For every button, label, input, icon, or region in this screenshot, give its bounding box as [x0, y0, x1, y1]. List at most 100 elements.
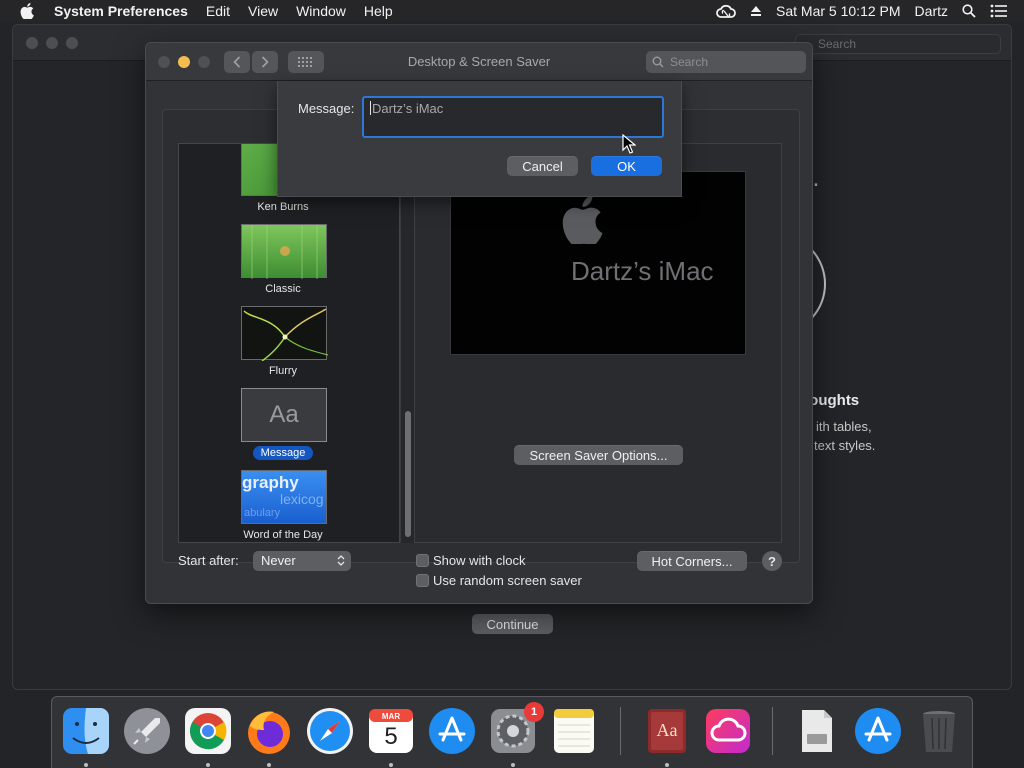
mouse-pointer-icon	[622, 134, 636, 154]
safari-dock-icon[interactable]	[305, 706, 355, 756]
launchpad-dock-icon[interactable]	[122, 706, 172, 756]
app-store-dock-icon[interactable]	[427, 706, 477, 756]
background-search-field[interactable]: Search	[795, 34, 1001, 54]
back-button[interactable]	[224, 51, 250, 73]
menu-view[interactable]: View	[248, 3, 278, 19]
scrollbar-thumb[interactable]	[405, 411, 411, 537]
hot-corners-label: Hot Corners...	[651, 553, 733, 569]
flurry-thumbnail[interactable]	[241, 306, 329, 362]
calendar-day: 5	[384, 723, 398, 750]
start-after-value: Never	[261, 553, 296, 568]
rocket-icon	[124, 708, 170, 754]
menu-edit[interactable]: Edit	[206, 3, 230, 19]
zoom-button[interactable]	[198, 56, 210, 68]
menu-clock[interactable]: Sat Mar 5 10:12 PM	[776, 3, 901, 19]
creative-cloud-dock-icon[interactable]	[703, 706, 753, 756]
word-thumb-sub: lexicog	[280, 491, 324, 507]
trash-dock-icon[interactable]	[914, 706, 964, 756]
ken-burns-label: Ken Burns	[257, 201, 309, 213]
chevron-right-icon	[261, 56, 269, 68]
eject-icon[interactable]	[750, 5, 762, 17]
background-partial-line-1: ith tables,	[816, 419, 872, 434]
chrome-icon	[185, 708, 231, 754]
background-window-controls	[26, 37, 78, 49]
word-thumb-sub2: abulary	[244, 507, 281, 519]
prefs-search-field[interactable]: Search	[646, 51, 806, 73]
menu-app-name[interactable]: System Preferences	[54, 3, 188, 19]
downloads-stack-icon[interactable]	[792, 706, 842, 756]
message-thumbnail-text: Aa	[269, 401, 299, 428]
app-store-icon	[429, 708, 475, 754]
dictionary-dock-icon[interactable]: Aa	[642, 706, 692, 756]
dictionary-glyph: Aa	[656, 720, 678, 740]
screensaver-preview: Dartz’s iMac	[450, 171, 746, 355]
trash-icon	[923, 711, 955, 752]
word-of-the-day-thumbnail[interactable]: graphy lexicog abulary	[241, 470, 327, 524]
show-all-button[interactable]	[288, 51, 324, 73]
menu-help[interactable]: Help	[364, 3, 393, 19]
ok-label: OK	[617, 158, 636, 174]
text-caret	[370, 101, 371, 115]
message-input[interactable]: Dartz’s iMac	[362, 96, 664, 138]
notification-center-icon[interactable]	[990, 4, 1008, 18]
disk-image-icon	[802, 710, 832, 752]
classic-thumbnail[interactable]	[241, 224, 327, 279]
menu-user[interactable]: Dartz	[915, 3, 948, 19]
app-store-stack-icon[interactable]	[853, 706, 903, 756]
creative-cloud-menu-icon[interactable]	[716, 4, 736, 18]
chrome-dock-icon[interactable]	[183, 706, 233, 756]
notes-dock-icon[interactable]	[549, 706, 599, 756]
message-thumbnail[interactable]: Aa	[241, 388, 327, 442]
prefs-titlebar: Desktop & Screen Saver Search	[146, 43, 812, 81]
search-icon	[652, 56, 664, 68]
dock-separator	[620, 707, 621, 755]
help-button[interactable]: ?	[762, 551, 782, 571]
forward-button[interactable]	[252, 51, 278, 73]
screen-saver-options-button[interactable]: Screen Saver Options...	[514, 445, 683, 465]
notes-icon	[554, 709, 594, 753]
system-preferences-badge: 1	[524, 702, 544, 722]
screensaver-list[interactable]: Ken Burns Classic Flurry Aa Message grap…	[178, 143, 400, 543]
background-partial-line-2: text styles.	[814, 438, 876, 453]
menu-bar: System Preferences Edit View Window Help…	[0, 0, 1024, 22]
show-with-clock-checkbox[interactable]	[416, 554, 429, 567]
word-thumb-text: graphy	[242, 473, 299, 492]
app-store-icon-2	[855, 708, 901, 754]
finder-dock-icon[interactable]	[61, 706, 111, 756]
close-button[interactable]	[158, 56, 170, 68]
continue-button[interactable]: Continue	[472, 614, 553, 634]
dock-separator-2	[772, 707, 773, 755]
system-preferences-dock-icon[interactable]: 1	[488, 702, 544, 756]
continue-label: Continue	[486, 616, 539, 632]
hot-corners-button[interactable]: Hot Corners...	[637, 551, 747, 571]
background-minimize-button[interactable]	[46, 37, 58, 49]
background-close-button[interactable]	[26, 37, 38, 49]
calendar-running-dot	[389, 763, 393, 767]
dock: MAR 5 1 Aa	[51, 696, 973, 768]
start-after-label: Start after:	[178, 553, 239, 568]
finder-running-dot	[84, 763, 88, 767]
spotlight-search-icon[interactable]	[962, 4, 976, 18]
show-with-clock-label: Show with clock	[433, 553, 526, 568]
calendar-month: MAR	[381, 712, 401, 721]
apple-menu-icon[interactable]	[20, 3, 36, 19]
cancel-button[interactable]: Cancel	[507, 156, 578, 176]
minimize-button[interactable]	[178, 56, 190, 68]
random-saver-checkbox[interactable]	[416, 574, 429, 587]
screensaver-list-scrollbar[interactable]	[400, 143, 414, 543]
calendar-dock-icon[interactable]: MAR 5	[366, 706, 416, 756]
finder-icon	[63, 708, 109, 754]
firefox-icon	[248, 711, 290, 754]
classic-label: Classic	[265, 283, 301, 295]
popup-arrows-icon	[337, 555, 345, 566]
flurry-label: Flurry	[268, 365, 298, 377]
start-after-popup[interactable]: Never	[253, 551, 351, 571]
prefs-search-placeholder: Search	[670, 55, 709, 69]
background-zoom-button[interactable]	[66, 37, 78, 49]
menu-window[interactable]: Window	[296, 3, 346, 19]
cancel-label: Cancel	[522, 158, 563, 174]
ok-button[interactable]: OK	[591, 156, 662, 176]
help-label: ?	[768, 553, 776, 569]
firefox-dock-icon[interactable]	[244, 706, 294, 756]
classic-leaf-graphic	[251, 225, 318, 279]
